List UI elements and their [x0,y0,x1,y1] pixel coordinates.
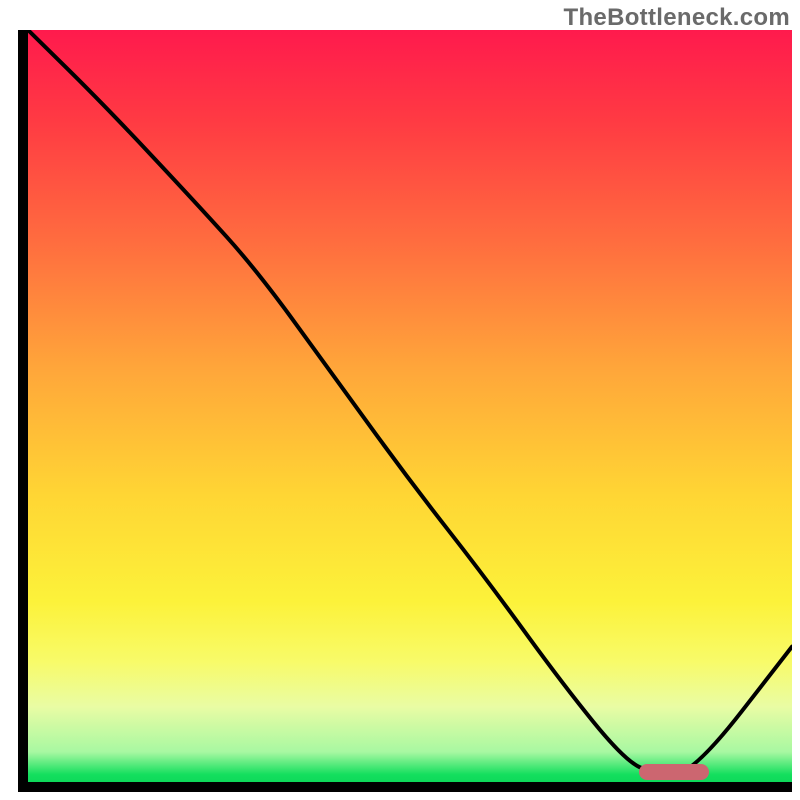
optimal-range-marker [639,764,709,780]
curve-path [28,30,792,774]
chart-container: TheBottleneck.com [0,0,800,800]
y-axis [18,30,28,792]
bottleneck-curve [28,30,792,782]
plot-area [28,30,792,782]
watermark-label: TheBottleneck.com [564,4,790,32]
x-axis [18,782,792,792]
